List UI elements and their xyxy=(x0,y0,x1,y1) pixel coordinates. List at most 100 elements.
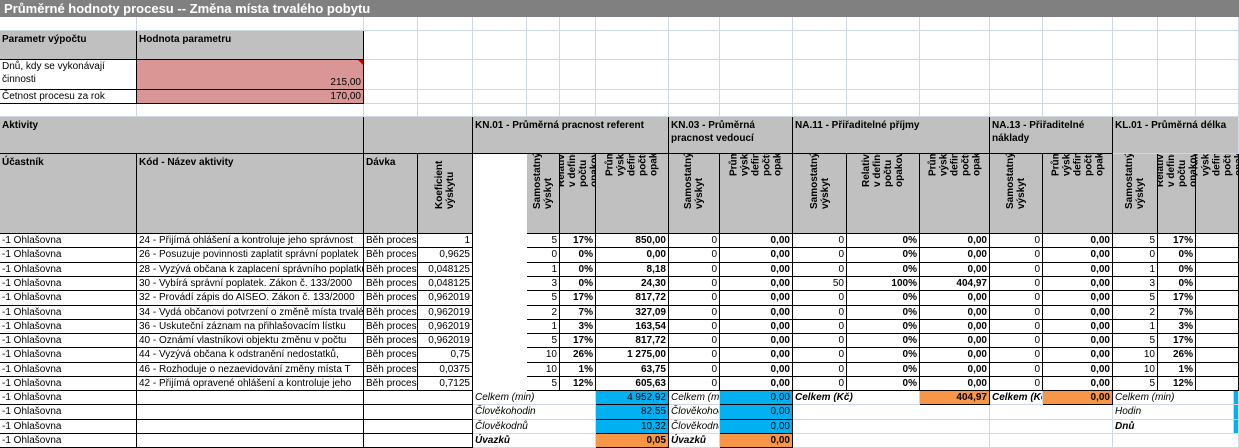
empty-cell[interactable] xyxy=(1158,31,1196,60)
empty-cell[interactable] xyxy=(720,60,793,90)
empty-cell[interactable] xyxy=(990,405,1113,420)
empty-cell[interactable] xyxy=(473,90,527,104)
empty-cell[interactable] xyxy=(1113,434,1239,448)
value-cell[interactable]: 1 xyxy=(1113,263,1158,277)
value-cell[interactable]: 0,00 xyxy=(920,234,990,248)
empty-cell[interactable] xyxy=(720,31,793,60)
participant-cell[interactable]: -1 Ohlašovna xyxy=(0,391,137,405)
value-cell[interactable]: 0% xyxy=(560,277,596,291)
empty-cell[interactable] xyxy=(527,17,560,31)
empty-cell[interactable] xyxy=(920,17,990,31)
empty-cell[interactable] xyxy=(720,17,793,31)
value-cell[interactable]: 0 xyxy=(793,348,847,363)
empty-cell[interactable] xyxy=(847,90,920,104)
value-cell[interactable]: 0,00 xyxy=(720,306,793,320)
value-cell[interactable]: 2 xyxy=(1113,306,1158,320)
empty-cell[interactable] xyxy=(527,60,560,90)
activity-cell[interactable]: 28 - Vyzývá občana k zaplacení správního… xyxy=(137,263,364,277)
value-cell[interactable]: 5 xyxy=(527,334,560,348)
empty-cell[interactable] xyxy=(364,405,473,420)
column-subheader[interactable]: Průměrný výskyt v definované m počtu opa… xyxy=(1196,154,1239,234)
value-cell[interactable]: 0 xyxy=(793,291,847,306)
value-cell[interactable]: 0 xyxy=(793,263,847,277)
empty-cell[interactable] xyxy=(0,104,137,117)
column-subheader[interactable]: Samostatný výskyt xyxy=(527,154,560,234)
empty-cell[interactable] xyxy=(793,104,847,117)
empty-cell[interactable] xyxy=(137,104,364,117)
value-cell[interactable]: 0,00 xyxy=(720,334,793,348)
value-cell[interactable]: 12% xyxy=(1158,377,1196,391)
empty-cell[interactable] xyxy=(847,60,920,90)
value-cell[interactable]: 0% xyxy=(847,263,920,277)
empty-cell[interactable] xyxy=(1196,17,1239,31)
participant-cell[interactable]: -1 Ohlašovna xyxy=(0,434,137,448)
value-cell[interactable]: 0% xyxy=(847,377,920,391)
empty-cell[interactable] xyxy=(527,104,560,117)
empty-cell[interactable] xyxy=(720,90,793,104)
value-cell[interactable]: 0% xyxy=(847,306,920,320)
value-cell[interactable] xyxy=(1196,363,1239,377)
empty-cell[interactable] xyxy=(596,31,669,60)
summary-value-kn01[interactable]: 82,55 xyxy=(596,405,669,420)
summary-label-kn03[interactable]: Úvazků xyxy=(669,434,720,448)
batch-cell[interactable]: Běh procesu xyxy=(364,291,418,306)
group-header-kn03[interactable]: KN.03 - Průměrná pracnost vedoucí xyxy=(669,117,793,154)
summary-value-kn03[interactable]: 0,00 xyxy=(720,434,793,448)
batch-header[interactable]: Dávka xyxy=(364,154,418,234)
value-cell[interactable]: 3 xyxy=(1113,277,1158,291)
value-cell[interactable]: 1 xyxy=(1113,320,1158,334)
value-cell[interactable]: 0,00 xyxy=(720,320,793,334)
empty-cell[interactable] xyxy=(847,104,920,117)
value-cell[interactable]: 0,00 xyxy=(596,248,669,263)
batch-cell[interactable]: Běh procesu xyxy=(364,263,418,277)
value-cell[interactable]: 0 xyxy=(1113,248,1158,263)
value-cell[interactable]: 0,00 xyxy=(920,320,990,334)
summary-value-kn03[interactable]: 0,00 xyxy=(720,420,793,434)
activity-cell[interactable]: 42 - Přijímá opravené ohlášení a kontrol… xyxy=(137,377,364,391)
empty-cell[interactable] xyxy=(364,17,418,31)
summary-label-na13[interactable]: Celkem (Kč) xyxy=(990,391,1043,405)
empty-cell[interactable] xyxy=(1196,31,1239,60)
value-cell[interactable]: 26% xyxy=(560,348,596,363)
empty-cell[interactable] xyxy=(137,391,364,405)
summary-value-na13[interactable]: 0,00 xyxy=(1043,391,1113,405)
participant-cell[interactable]: -1 Ohlašovna xyxy=(0,277,137,291)
value-cell[interactable]: 0,00 xyxy=(1043,248,1113,263)
empty-cell[interactable] xyxy=(669,60,720,90)
summary-label-kl01[interactable]: Celkem (min) xyxy=(1113,391,1234,405)
participant-cell[interactable]: -1 Ohlašovna xyxy=(0,420,137,434)
column-subheader[interactable]: Průměrný výskyt v definované m počtu opa… xyxy=(920,154,990,234)
value-cell[interactable]: 0 xyxy=(990,234,1043,248)
value-cell[interactable]: 17% xyxy=(1158,291,1196,306)
empty-cell[interactable] xyxy=(920,60,990,90)
coef-cell[interactable]: 0,9625 xyxy=(418,248,473,263)
value-cell[interactable]: 10 xyxy=(527,363,560,377)
coef-cell[interactable]: 0,962019 xyxy=(418,306,473,320)
value-cell[interactable]: 0 xyxy=(990,263,1043,277)
value-cell[interactable]: 0 xyxy=(990,377,1043,391)
value-cell[interactable]: 0 xyxy=(669,277,720,291)
value-cell[interactable]: 0,00 xyxy=(1043,306,1113,320)
participant-cell[interactable]: -1 Ohlašovna xyxy=(0,234,137,248)
value-cell[interactable]: 26% xyxy=(1158,348,1196,363)
value-cell[interactable]: 0,00 xyxy=(920,291,990,306)
empty-cell[interactable] xyxy=(1113,31,1158,60)
empty-cell[interactable] xyxy=(560,31,596,60)
empty-cell[interactable] xyxy=(990,434,1113,448)
value-cell[interactable]: 0,00 xyxy=(720,263,793,277)
batch-cell[interactable]: Běh procesu xyxy=(364,306,418,320)
column-subheader[interactable]: Relativní podíl v definované m počtu opa… xyxy=(847,154,920,234)
empty-cell[interactable] xyxy=(473,17,527,31)
coef-cell[interactable]: 1 xyxy=(418,234,473,248)
empty-cell[interactable] xyxy=(990,60,1043,90)
value-cell[interactable]: 24,30 xyxy=(596,277,669,291)
empty-cell[interactable] xyxy=(793,60,847,90)
param-header-name[interactable]: Parametr výpočtu xyxy=(0,31,137,60)
value-cell[interactable]: 1 275,00 xyxy=(596,348,669,363)
value-cell[interactable]: 0% xyxy=(847,248,920,263)
value-cell[interactable]: 0% xyxy=(847,320,920,334)
value-cell[interactable]: 0% xyxy=(847,291,920,306)
value-cell[interactable]: 0 xyxy=(990,277,1043,291)
value-cell[interactable]: 0 xyxy=(793,234,847,248)
value-cell[interactable]: 817,72 xyxy=(596,334,669,348)
